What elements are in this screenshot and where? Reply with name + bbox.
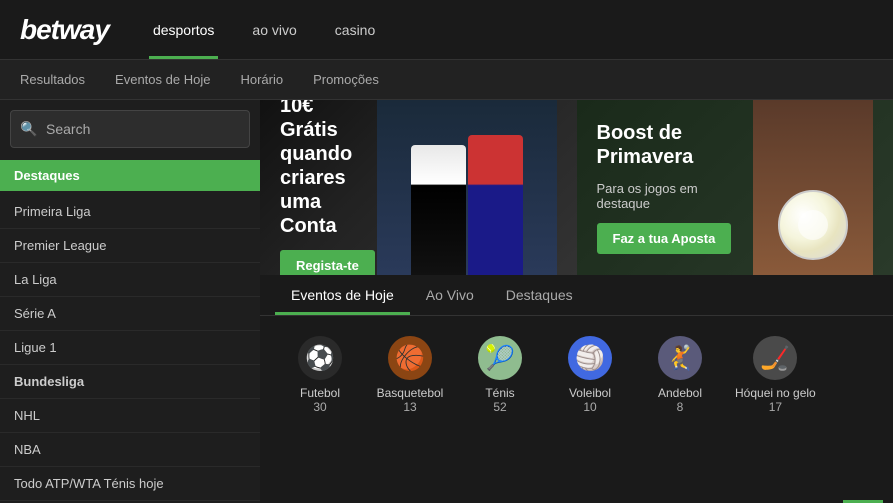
- sport-hoquei-no-gelo[interactable]: 🏒 Hóquei no gelo 17: [725, 331, 826, 419]
- sidebar-item-primeira-liga[interactable]: Primeira Liga: [0, 195, 260, 229]
- tab-ao-vivo[interactable]: Ao Vivo: [410, 275, 490, 315]
- sidebar-item-nhl[interactable]: NHL: [0, 399, 260, 433]
- sidebar: 🔍 Destaques Primeira Liga Premier League…: [0, 100, 260, 503]
- banner-1-text: 10€ Grátis quando criares uma Conta Regi…: [280, 100, 377, 275]
- nav-tab-casino[interactable]: casino: [331, 0, 379, 59]
- sidebar-item-la-liga[interactable]: La Liga: [0, 263, 260, 297]
- search-box: 🔍: [10, 110, 250, 148]
- sidebar-item-serie-a[interactable]: Série A: [0, 297, 260, 331]
- banner-1-title: 10€ Grátis quando criares uma Conta: [280, 100, 377, 238]
- subnav-eventos-hoje[interactable]: Eventos de Hoje: [115, 72, 210, 87]
- voleibol-label: Voleibol: [569, 386, 611, 400]
- basquetebol-label: Basquetebol: [377, 386, 444, 400]
- banner-spring-boost: Boost de Primavera Para os jogos em dest…: [577, 100, 893, 275]
- main-layout: 🔍 Destaques Primeira Liga Premier League…: [0, 100, 893, 503]
- subnav-promocoes[interactable]: Promoções: [313, 72, 379, 87]
- andebol-count: 8: [677, 400, 684, 414]
- basquetebol-count: 13: [403, 400, 416, 414]
- voleibol-icon: 🏐: [568, 336, 612, 380]
- basquetebol-icon: 🏀: [388, 336, 432, 380]
- main-nav: desportos ao vivo casino: [149, 0, 379, 59]
- logo-text: betway: [20, 14, 109, 45]
- tenis-label: Ténis: [485, 386, 514, 400]
- sidebar-item-bundesliga[interactable]: Bundesliga: [0, 365, 260, 399]
- sport-voleibol[interactable]: 🏐 Voleibol 10: [545, 331, 635, 419]
- tenis-count: 52: [493, 400, 506, 414]
- banner-2-image: [753, 100, 873, 275]
- sidebar-item-premier-league[interactable]: Premier League: [0, 229, 260, 263]
- subnav-resultados[interactable]: Resultados: [20, 72, 85, 87]
- tab-destaques[interactable]: Destaques: [490, 275, 589, 315]
- sub-nav: Resultados Eventos de Hoje Horário Promo…: [0, 60, 893, 100]
- banner-1-btn[interactable]: Regista-te: [280, 250, 375, 275]
- banner-2-btn[interactable]: Faz a tua Aposta: [597, 223, 732, 254]
- andebol-icon: 🤾: [658, 336, 702, 380]
- header: betway desportos ao vivo casino: [0, 0, 893, 60]
- tab-eventos-hoje[interactable]: Eventos de Hoje: [275, 275, 410, 315]
- futebol-count: 30: [313, 400, 326, 414]
- andebol-label: Andebol: [658, 386, 702, 400]
- search-icon: 🔍: [20, 121, 37, 138]
- banner-register: 10€ Grátis quando criares uma Conta Regi…: [260, 100, 577, 275]
- banner-2-text: Boost de Primavera Para os jogos em dest…: [597, 121, 754, 254]
- logo[interactable]: betway: [20, 14, 109, 46]
- sport-futebol[interactable]: ⚽ Futebol 30: [275, 331, 365, 419]
- sport-basquetebol[interactable]: 🏀 Basquetebol 13: [365, 331, 455, 419]
- banner-2-subtitle: Para os jogos em destaque: [597, 181, 754, 211]
- nav-tab-desportos[interactable]: desportos: [149, 0, 218, 59]
- voleibol-count: 10: [583, 400, 596, 414]
- tenis-icon: 🎾: [478, 336, 522, 380]
- sidebar-item-ligue-1[interactable]: Ligue 1: [0, 331, 260, 365]
- sport-andebol[interactable]: 🤾 Andebol 8: [635, 331, 725, 419]
- hoquei-label: Hóquei no gelo: [735, 386, 816, 400]
- hoquei-icon: 🏒: [753, 336, 797, 380]
- futebol-label: Futebol: [300, 386, 340, 400]
- hoquei-count: 17: [769, 400, 782, 414]
- sidebar-item-nba[interactable]: NBA: [0, 433, 260, 467]
- sidebar-item-tennis[interactable]: Todo ATP/WTA Ténis hoje: [0, 467, 260, 501]
- content-area: 10€ Grátis quando criares uma Conta Regi…: [260, 100, 893, 503]
- subnav-horario[interactable]: Horário: [240, 72, 283, 87]
- nav-tab-ao-vivo[interactable]: ao vivo: [248, 0, 300, 59]
- banner-2-title: Boost de Primavera: [597, 121, 754, 169]
- banner-1-image: [377, 100, 557, 275]
- content-tabs: Eventos de Hoje Ao Vivo Destaques: [260, 275, 893, 316]
- sidebar-section-title: Destaques: [0, 160, 260, 191]
- sport-tenis[interactable]: 🎾 Ténis 52: [455, 331, 545, 419]
- search-input[interactable]: [10, 110, 250, 148]
- futebol-icon: ⚽: [298, 336, 342, 380]
- sports-row: ⚽ Futebol 30 🏀 Basquetebol 13 🎾 Ténis 52: [260, 316, 893, 424]
- banners: 10€ Grátis quando criares uma Conta Regi…: [260, 100, 893, 275]
